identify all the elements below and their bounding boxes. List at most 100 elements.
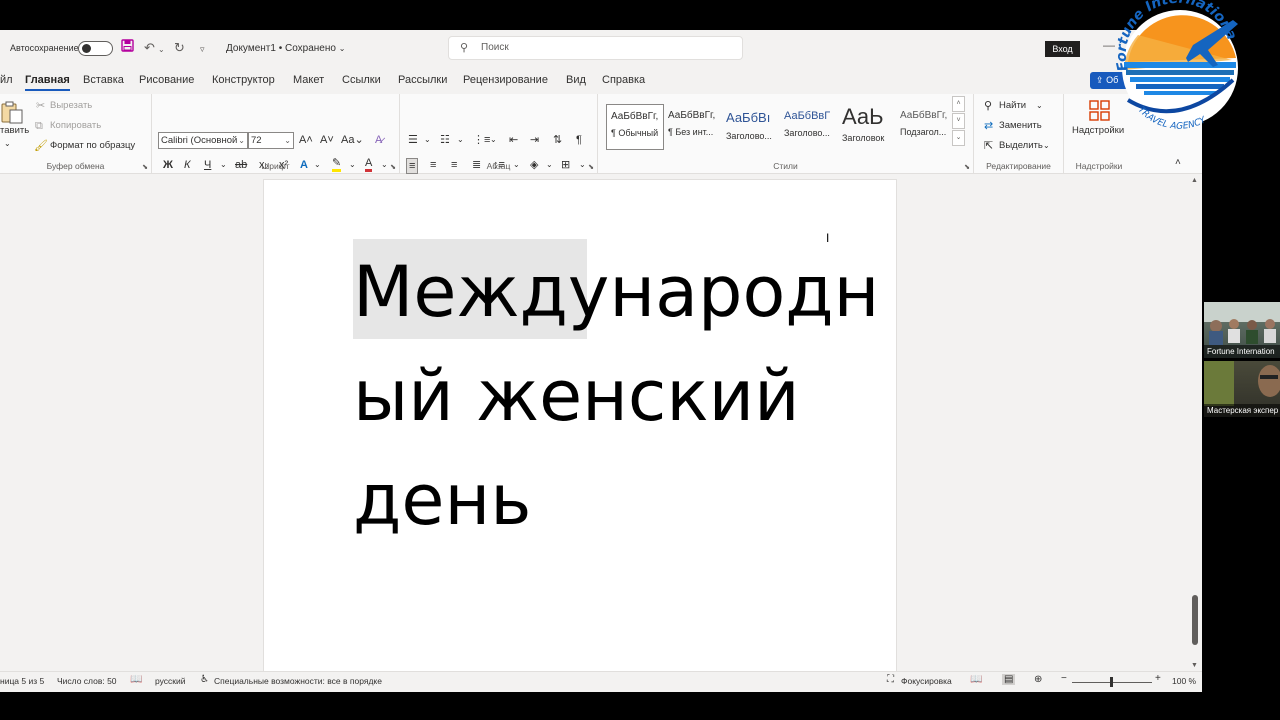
gallery-more-icon[interactable]: ⌄ <box>952 130 965 146</box>
tab-draw[interactable]: Рисование <box>139 74 194 86</box>
dialog-launcher-icon[interactable]: ⬊ <box>588 163 594 171</box>
chevron-down-icon: ⌄ <box>284 136 291 145</box>
tab-home[interactable]: Главная <box>25 74 70 91</box>
paste-button[interactable]: тавить <box>0 124 29 138</box>
tab-references[interactable]: Ссылки <box>342 74 381 86</box>
font-size-combo[interactable]: 72 ⌄ <box>248 132 294 149</box>
bullets-icon[interactable]: ☰ <box>408 133 418 147</box>
search-placeholder: Поиск <box>481 42 509 53</box>
font-name-combo[interactable]: Calibri (Основной ⌄ <box>158 132 248 149</box>
gallery-down-icon[interactable]: ˅ <box>952 113 965 129</box>
chevron-down-icon[interactable]: ⌄ <box>424 133 431 147</box>
participant-name: Мастерская экспер <box>1204 404 1280 417</box>
dialog-launcher-icon[interactable]: ⬊ <box>964 163 970 171</box>
shrink-font-icon[interactable]: A˅ <box>320 133 334 147</box>
focus-button[interactable]: Фокусировка <box>901 676 952 686</box>
gallery-up-icon[interactable]: ˄ <box>952 96 965 112</box>
zoom-slider-thumb[interactable] <box>1110 677 1113 687</box>
style-normal[interactable]: АаБбВвГг, ¶ Обычный <box>606 104 664 150</box>
chevron-down-icon[interactable]: ⌄ <box>1036 99 1043 113</box>
web-layout-icon[interactable]: ⊕ <box>1034 674 1042 685</box>
change-case-icon[interactable]: Aa⌄ <box>341 133 364 147</box>
video-tile[interactable]: Мастерская экспер <box>1204 361 1280 417</box>
style-heading-2[interactable]: АаБбВвГ Заголово... <box>780 104 838 150</box>
tab-mailings[interactable]: Рассылки <box>398 74 447 86</box>
print-layout-icon[interactable]: ▤ <box>1002 674 1016 685</box>
zoom-level[interactable]: 100 % <box>1172 676 1196 686</box>
numbering-icon[interactable]: ☷ <box>440 133 450 147</box>
save-icon[interactable] <box>121 39 134 57</box>
multilevel-list-icon[interactable]: ⋮≡ <box>473 133 490 147</box>
tab-insert[interactable]: Вставка <box>83 74 124 86</box>
tab-file[interactable]: йл <box>0 74 13 86</box>
replace-button[interactable]: Заменить <box>999 119 1042 133</box>
title-bar: Автосохранение ↶ ⌄ ↻ ▿ Документ1 • Сохра… <box>0 30 1202 66</box>
proofing-icon[interactable]: 📖 <box>130 674 142 685</box>
style-sample: АаБбВвГг, <box>611 111 659 122</box>
clear-formatting-icon[interactable]: A̷ <box>375 133 382 147</box>
grow-font-icon[interactable]: A˄ <box>299 133 313 147</box>
find-button[interactable]: Найти <box>999 99 1026 113</box>
dialog-launcher-icon[interactable]: ⬊ <box>142 163 148 171</box>
zoom-out-icon[interactable]: − <box>1061 673 1067 684</box>
clipboard-group-label: Буфер обмена <box>46 161 105 171</box>
sort-icon[interactable]: ⇅ <box>553 133 562 147</box>
word-count[interactable]: Число слов: 50 <box>57 676 117 686</box>
search-box[interactable]: ⚲ Поиск <box>448 36 743 60</box>
tab-layout[interactable]: Макет <box>293 74 324 86</box>
chevron-down-icon[interactable]: ⌄ <box>490 133 497 147</box>
style-heading-1[interactable]: АаБбВı Заголово... <box>722 104 780 150</box>
format-painter-button[interactable]: Формат по образцу <box>50 139 135 153</box>
text-line: день <box>353 459 532 541</box>
select-button[interactable]: Выделить <box>999 139 1043 153</box>
tab-view[interactable]: Вид <box>566 74 586 86</box>
scroll-down-icon[interactable]: ▼ <box>1191 662 1198 669</box>
chevron-down-icon[interactable]: ⌄ <box>457 133 464 147</box>
style-sample: АаБбВвГ <box>784 110 831 122</box>
undo-icon[interactable]: ↶ <box>144 39 155 57</box>
dialog-launcher-icon[interactable]: ⬊ <box>390 163 396 171</box>
style-subtitle[interactable]: АаБбВвГг, Подзагол... <box>896 104 954 150</box>
undo-dropdown-icon[interactable]: ⌄ <box>158 41 165 59</box>
language[interactable]: русский <box>155 676 186 686</box>
autosave-toggle[interactable] <box>78 41 113 56</box>
customize-toolbar-icon[interactable]: ▿ <box>200 40 205 58</box>
page-count[interactable]: ница 5 из 5 <box>0 676 44 686</box>
style-title[interactable]: АаЬ Заголовок <box>838 104 896 150</box>
read-mode-icon[interactable]: 📖 <box>970 674 982 685</box>
select-icon: ⇱ <box>984 140 994 152</box>
font-size-value: 72 <box>251 135 262 146</box>
tab-review[interactable]: Рецензирование <box>463 74 548 86</box>
text-line: Международн <box>353 251 880 333</box>
increase-indent-icon[interactable]: ⇥ <box>530 133 539 147</box>
show-marks-icon[interactable]: ¶ <box>576 133 582 147</box>
video-tile[interactable]: Fortune Internation <box>1204 302 1280 358</box>
paragraph-group: ☰ ⌄ ☷ ⌄ ⋮≡ ⌄ ⇤ ⇥ ⇅ ¶ ≡ ≡ ≡ ≣ ↕≡ ⌄ ◈ ⌄ ⊞ … <box>400 94 598 174</box>
document-page[interactable]: Международн ый женский день <box>263 179 897 671</box>
tab-help[interactable]: Справка <box>602 74 645 86</box>
paste-dropdown-icon[interactable]: ⌄ <box>4 137 11 151</box>
clipboard-group: тавить ⌄ ✂ Вырезать ⧉ Копировать 🖌 Форма… <box>0 94 152 174</box>
tab-design[interactable]: Конструктор <box>212 74 275 86</box>
decrease-indent-icon[interactable]: ⇤ <box>509 133 518 147</box>
scrollbar-thumb[interactable] <box>1192 595 1198 645</box>
style-no-spacing[interactable]: АаБбВвГг, ¶ Без инт... <box>664 104 722 150</box>
style-sample: АаЬ <box>842 104 884 129</box>
collapse-ribbon-icon[interactable]: ˄ <box>1175 156 1181 170</box>
accessibility-status[interactable]: Специальные возможности: все в порядке <box>214 676 382 686</box>
cut-button[interactable]: Вырезать <box>50 99 92 113</box>
travel-agency-logo: Fortune International TRAVEL AGENCY <box>1106 0 1248 138</box>
scroll-up-icon[interactable]: ▲ <box>1191 177 1198 184</box>
sign-in-button[interactable]: Вход <box>1045 41 1080 57</box>
paste-icon[interactable] <box>0 100 24 124</box>
document-text[interactable]: Международн ый женский день <box>353 240 880 552</box>
style-name: Подзагол... <box>900 127 947 137</box>
style-sample: АаБбВвГг, <box>900 110 948 121</box>
font-name-value: Calibri (Основной <box>161 135 238 146</box>
copy-button[interactable]: Копировать <box>50 119 101 133</box>
vertical-scrollbar[interactable]: ▲ ▼ <box>1188 175 1202 671</box>
document-title[interactable]: Документ1 • Сохранено ⌄ <box>226 43 345 54</box>
redo-icon[interactable]: ↻ <box>174 39 185 57</box>
chevron-down-icon[interactable]: ⌄ <box>1043 139 1050 153</box>
zoom-in-icon[interactable]: + <box>1155 673 1161 684</box>
